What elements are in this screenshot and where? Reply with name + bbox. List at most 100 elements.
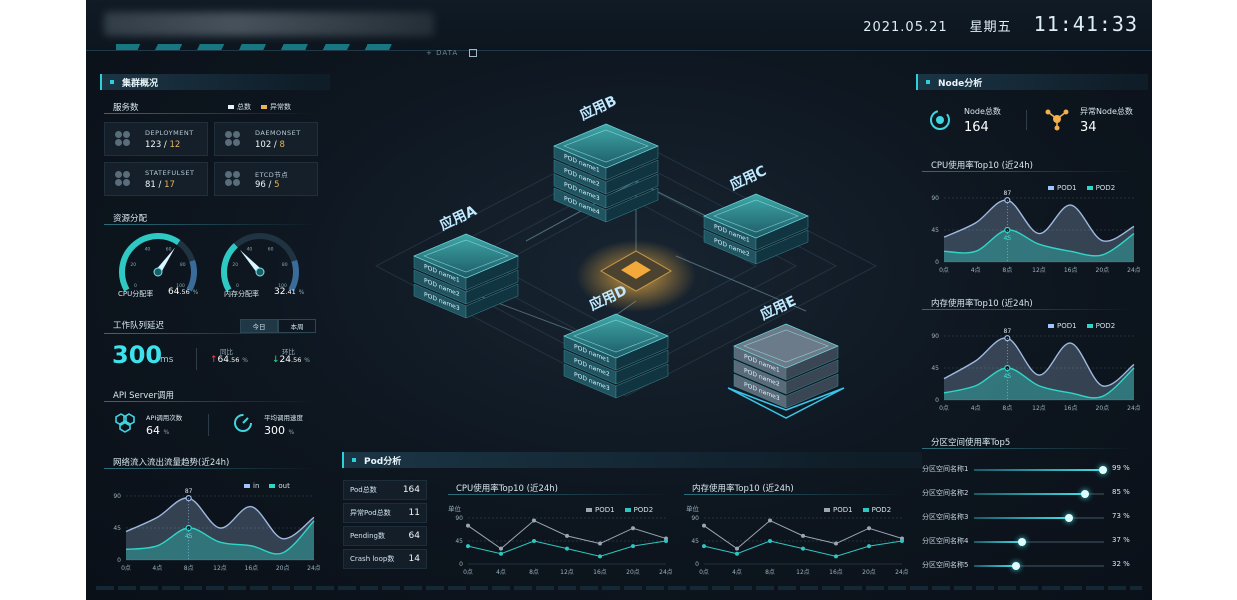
x-tick-label: 4点: [732, 568, 742, 576]
pod-cpu-chart: 0 45 90 0点 4点 8点 12点 16点 20点 24点: [455, 515, 672, 576]
data-point: [499, 551, 503, 556]
data-point: [631, 544, 635, 549]
card-label: STATEFULSET: [145, 169, 195, 177]
card-label: ETCD节点: [255, 171, 289, 179]
pod-icon: [352, 458, 356, 462]
data-point: [702, 544, 706, 549]
highlight-point: [1004, 197, 1011, 204]
x-tick-label: 8点: [184, 564, 194, 572]
x-tick-label: 20点: [862, 568, 876, 576]
x-tick-label: 24点: [659, 568, 672, 576]
card-value: 96 / 5: [255, 180, 280, 190]
weekday-text: 星期五: [969, 20, 1012, 35]
y-tick-label: 45: [113, 525, 121, 532]
partition-knob: [1011, 562, 1020, 570]
x-tick-label: 24点: [1127, 266, 1140, 274]
divider: [104, 333, 316, 334]
gauge-tick-label: 80: [180, 262, 186, 268]
deployment-card[interactable]: DEPLOYMENT 123 / 12: [104, 122, 208, 156]
tab-today[interactable]: 今日: [240, 319, 278, 333]
divider: [684, 494, 904, 495]
node-cpu-title: CPU使用率Top10 (近24h): [931, 161, 1033, 171]
x-tick-label: 20点: [1096, 404, 1110, 412]
y-tick-label: 0: [459, 561, 463, 568]
divider: [104, 113, 316, 114]
gauge-tick-label: 80: [282, 262, 288, 268]
card-label: DAEMONSET: [255, 129, 301, 137]
partition-pct: 99 %: [1112, 464, 1130, 472]
x-tick-label: 4点: [152, 564, 162, 572]
partition-name: 分区空间名称1: [922, 465, 969, 473]
daemonset-card[interactable]: DAEMONSET 102 / 8: [214, 122, 318, 156]
data-label: 87: [1004, 190, 1012, 197]
pod-crashloop-row[interactable]: Crash loop数 14: [343, 549, 427, 569]
pod-panel-header: Pod分析: [342, 452, 922, 468]
partition-name: 分区空间名称2: [922, 489, 969, 497]
data-point: [631, 526, 635, 531]
y-tick-label: 0: [117, 557, 121, 564]
arrow-up-icon: ↑: [210, 355, 218, 365]
partition-row: 分区空间名称5 32 %: [922, 560, 1138, 572]
pod-pending-row[interactable]: Pending数 64: [343, 526, 427, 546]
data-label: 45: [1004, 373, 1012, 380]
x-tick-label: 4点: [496, 568, 506, 576]
app-topology: POD name3POD name2POD name1应用A POD name4P…: [374, 92, 878, 419]
right-margin: [1152, 0, 1237, 600]
app-cube-1: POD name3POD name2POD name1应用A: [413, 202, 519, 319]
partition-track: [974, 562, 1104, 570]
x-tick-label: 12点: [1032, 266, 1046, 274]
queue-unit: ms: [160, 355, 174, 365]
divider: [1026, 110, 1027, 130]
services-title: 服务数: [113, 103, 139, 113]
node-mem-title: 内存使用率Top10 (近24h): [931, 299, 1033, 309]
tab-week[interactable]: 本周: [278, 319, 316, 333]
data-label: 45: [1004, 235, 1012, 242]
legend-total: 总数: [228, 102, 251, 112]
etcd-card[interactable]: ETCD节点 96 / 5: [214, 162, 318, 196]
partition-name: 分区空间名称5: [922, 561, 969, 569]
data-label: 45: [185, 533, 193, 540]
app-label: 应用C: [727, 162, 769, 194]
partition-track: [974, 490, 1104, 498]
pod-abnormal-row[interactable]: 异常Pod总数 11: [343, 503, 427, 523]
x-tick-label: 12点: [560, 568, 574, 576]
partition-fill: [974, 493, 1085, 495]
x-tick-label: 16点: [829, 568, 843, 576]
data-point: [834, 554, 838, 559]
blurred-title: [104, 12, 434, 36]
y-tick-label: 90: [931, 195, 939, 202]
data-point: [664, 539, 668, 543]
partition-name: 分区空间名称4: [922, 537, 969, 545]
divider: [208, 414, 209, 436]
divider: [104, 401, 316, 402]
highlight-point: [185, 524, 192, 532]
data-point: [867, 526, 871, 531]
partition-knob: [1098, 466, 1107, 474]
pod-total-row[interactable]: Pod总数 164: [343, 480, 427, 500]
node-abnormal: 异常Node总数 34: [1080, 107, 1133, 135]
yoy-value: ↑64.56 %: [210, 355, 248, 365]
x-tick-label: 24点: [1127, 404, 1140, 412]
y-tick-label: 0: [935, 259, 939, 266]
app-cube-2: POD name4POD name3POD name2POD name1应用B: [553, 92, 659, 223]
partition-fill: [974, 469, 1103, 471]
cluster-icon: [110, 80, 114, 84]
x-tick-label: 8点: [1002, 404, 1012, 412]
divider: [448, 494, 668, 495]
x-tick-label: 12点: [796, 568, 810, 576]
y-tick-label: 45: [691, 538, 699, 545]
node-cpu-chart: 0 45 90 0点 4点 8点 12点 16点 20点 24点 87 45: [931, 190, 1140, 274]
node-mem-chart: 0 45 90 0点 4点 8点 12点 16点 20点 24点 87 45: [931, 328, 1140, 412]
partition-pct: 85 %: [1112, 488, 1130, 496]
x-tick-label: 0点: [939, 266, 949, 274]
statefulset-card[interactable]: STATEFULSET 81 / 17: [104, 162, 208, 196]
bottom-bar: [96, 586, 1142, 590]
pod-mem-title: 内存使用率Top10 (近24h): [692, 484, 794, 494]
x-tick-label: 8点: [1002, 266, 1012, 274]
gauge-tick-label: 20: [130, 262, 136, 268]
x-tick-label: 0点: [699, 568, 709, 576]
pod-mem-chart: 0 45 90 0点 4点 8点 12点 16点 20点 24点: [691, 515, 908, 576]
partition-row: 分区空间名称4 37 %: [922, 536, 1138, 548]
x-tick-label: 12点: [1032, 404, 1046, 412]
x-tick-label: 0点: [121, 564, 131, 572]
